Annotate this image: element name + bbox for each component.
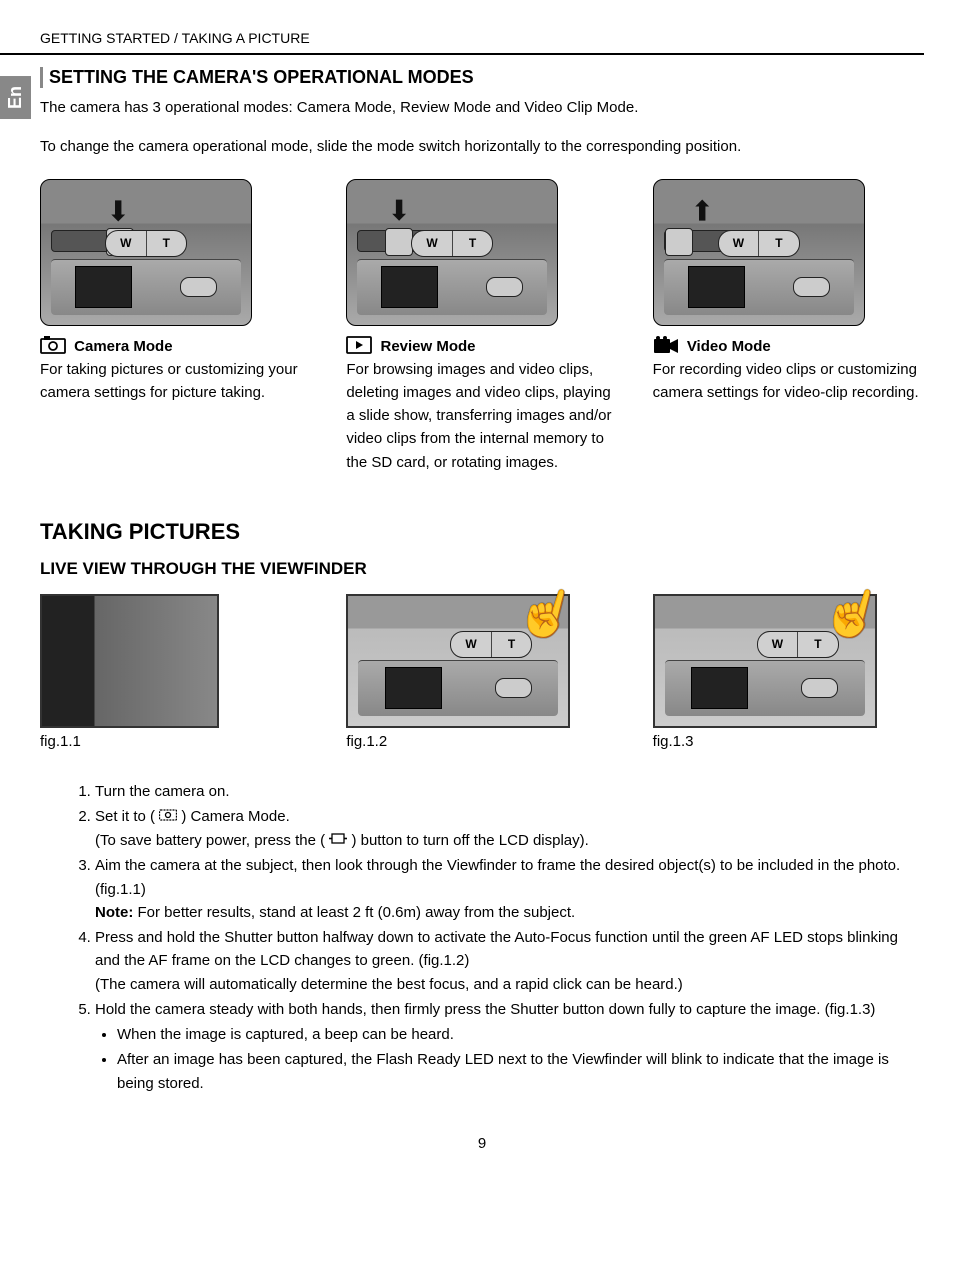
language-tab: En — [0, 76, 31, 119]
step-5-bullet-2: After an image has been captured, the Fl… — [117, 1048, 924, 1095]
figure-1-3: W T ☝ fig.1.3 — [653, 594, 924, 750]
zoom-t-label: T — [453, 231, 493, 256]
figure-1-1: fig.1.1 — [40, 594, 311, 750]
step-1: Turn the camera on. — [95, 780, 924, 803]
camera-icon — [40, 336, 66, 358]
step-3: Aim the camera at the subject, then look… — [95, 854, 924, 924]
mode-title-camera: Camera Mode — [74, 337, 172, 354]
zoom-w-label: W — [451, 632, 492, 657]
zoom-w-label: W — [106, 231, 147, 256]
section-heading-modes: SETTING THE CAMERA'S OPERATIONAL MODES — [40, 67, 924, 88]
camera-icon — [159, 805, 177, 828]
step-4: Press and hold the Shutter button halfwa… — [95, 926, 924, 996]
caption-fig-1-2: fig.1.2 — [346, 733, 617, 750]
video-icon — [653, 336, 679, 358]
illustration-fig-1-3: W T ☝ — [653, 594, 877, 728]
caption-fig-1-1: fig.1.1 — [40, 733, 311, 750]
subheading-live-view: LIVE VIEW THROUGH THE VIEWFINDER — [40, 559, 924, 579]
arrow-down-icon: ⬇ — [387, 194, 410, 227]
zoom-w-label: W — [719, 231, 760, 256]
mode-desc-review: For browsing images and video clips, del… — [346, 358, 617, 474]
mode-desc-video: For recording video clips or customizing… — [653, 358, 924, 405]
instruction-list: Turn the camera on. Set it to ( ) Camera… — [40, 780, 924, 1095]
zoom-t-label: T — [759, 231, 799, 256]
mode-column-review: ⬇ W T Review Mode For browsing images an… — [346, 179, 617, 474]
zoom-t-label: T — [147, 231, 187, 256]
intro-text-1: The camera has 3 operational modes: Came… — [40, 96, 924, 119]
breadcrumb: GETTING STARTED / TAKING A PICTURE — [40, 30, 310, 46]
figure-1-2: W T ☝ fig.1.2 — [346, 594, 617, 750]
illustration-video-mode: ➡ W T — [653, 179, 865, 326]
illustration-review-mode: ⬇ W T — [346, 179, 558, 326]
mode-desc-camera: For taking pictures or customizing your … — [40, 358, 311, 405]
zoom-w-label: W — [758, 632, 799, 657]
intro-text-2: To change the camera operational mode, s… — [40, 135, 924, 158]
display-icon — [329, 829, 347, 852]
arrow-right-icon: ➡ — [101, 198, 134, 221]
zoom-w-label: W — [412, 231, 453, 256]
mode-column-video: ➡ W T Video Mode For recording video cli… — [653, 179, 924, 474]
mode-column-camera: ➡ W T Camera Mode For taking pictures or… — [40, 179, 311, 474]
illustration-camera-mode: ➡ W T — [40, 179, 252, 326]
play-icon — [346, 336, 372, 358]
note-label: Note: — [95, 904, 133, 921]
illustration-fig-1-1 — [40, 594, 219, 728]
caption-fig-1-3: fig.1.3 — [653, 733, 924, 750]
mode-title-review: Review Mode — [381, 337, 476, 354]
section-heading-taking-pictures: TAKING PICTURES — [40, 519, 924, 545]
illustration-fig-1-2: W T ☝ — [346, 594, 570, 728]
step-5-bullet-1: When the image is captured, a beep can b… — [117, 1023, 924, 1046]
page-number: 9 — [40, 1135, 924, 1152]
step-5: Hold the camera steady with both hands, … — [95, 998, 924, 1095]
step-2: Set it to ( ) Camera Mode. (To save batt… — [95, 805, 924, 852]
mode-title-video: Video Mode — [687, 337, 771, 354]
arrow-left-icon: ➡ — [685, 198, 718, 221]
